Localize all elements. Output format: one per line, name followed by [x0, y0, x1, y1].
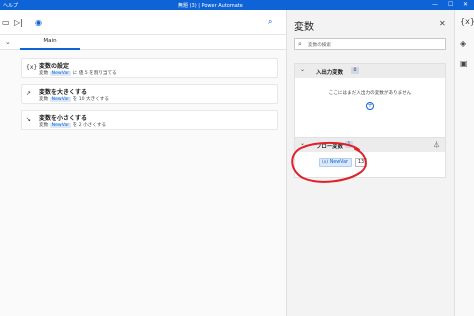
flow-variable-chip[interactable]: (x) NewVar — [319, 158, 353, 167]
close-icon[interactable]: ✕ — [439, 19, 446, 28]
record-icon[interactable]: ◉ — [35, 18, 42, 27]
action-description: 変数 NewVar に 値 5 を割り当てる — [39, 71, 117, 76]
action-title: 変数を大きくする — [39, 89, 88, 96]
section-label: フロー変数 — [316, 144, 343, 150]
action-title: 変数を小さくする — [39, 115, 88, 122]
io-variables-section: ⌄ 入出力変数 0 ここにはまだ入出力の変数がありません + — [294, 63, 446, 138]
action-increase-variable[interactable]: ↗ 変数を大きくする 変数 NewVar を 10 大きくする — [21, 84, 278, 104]
variables-icon[interactable]: {x} — [460, 17, 474, 26]
count-badge: 0 — [351, 67, 359, 74]
io-variables-header[interactable]: ⌄ 入出力変数 0 — [295, 64, 445, 78]
variable-prefix: (x) — [322, 160, 329, 165]
variable-icon: {x} — [26, 64, 38, 71]
run-next-icon[interactable]: ▷| — [14, 18, 23, 27]
maximize-button[interactable]: ☐ — [448, 1, 453, 8]
close-window-button[interactable]: ✕ — [463, 1, 468, 8]
count-badge: 1 — [345, 141, 353, 148]
search-icon[interactable]: ⌕ — [268, 17, 272, 27]
action-title: 変数の設定 — [39, 63, 70, 70]
variable-name: NewVar — [329, 160, 349, 165]
ui-elements-icon[interactable]: ◈ — [460, 39, 466, 48]
subflow-tabs: ⌄ Main — [0, 35, 286, 50]
empty-message: ここにはまだ入出力の変数がありません — [328, 91, 412, 96]
search-icon: ⌕ — [298, 40, 302, 48]
search-placeholder: 変数の検索 — [308, 43, 331, 48]
add-icon[interactable]: + — [366, 102, 374, 110]
decrease-icon: ↘ — [26, 116, 32, 123]
section-label: 入出力変数 — [316, 70, 343, 76]
chevron-down-icon[interactable]: ⌄ — [5, 38, 11, 46]
action-decrease-variable[interactable]: ↘ 変数を小さくする 変数 NewVar を 2 小さくする — [21, 110, 278, 130]
variable-chip: NewVar — [49, 123, 72, 128]
window-title: 無題 (3) | Power Automate — [178, 3, 243, 9]
title-bar: ヘルプ 無題 (3) | Power Automate — ☐ ✕ — [0, 0, 474, 10]
designer-toolbar: ▭ ▷| ◉ ⌕ — [0, 10, 286, 35]
minimize-button[interactable]: — — [432, 1, 438, 8]
variable-chip: NewVar — [49, 71, 72, 76]
variables-panel: 変数 ✕ ⌕ 変数の検索 ⌄ 入出力変数 0 ここにはまだ入出力の変数がありませ… — [286, 10, 454, 316]
increase-icon: ↗ — [26, 90, 32, 97]
save-icon[interactable]: ▭ — [2, 18, 10, 27]
designer-canvas: ⌄ Main {x} 変数の設定 変数 NewVar に 値 5 を割り当てる … — [0, 35, 286, 316]
chevron-down-icon[interactable]: ⌄ — [300, 66, 305, 73]
variable-chip: NewVar — [49, 97, 72, 102]
panel-title: 変数 — [294, 22, 314, 33]
action-description: 変数 NewVar を 10 大きくする — [39, 97, 109, 102]
variable-search-input[interactable]: ⌕ 変数の検索 — [294, 38, 446, 50]
variable-value: 13 — [355, 158, 367, 167]
action-description: 変数 NewVar を 2 小さくする — [39, 123, 107, 128]
right-rail: {x} ◈ ▣ — [454, 10, 474, 316]
action-set-variable[interactable]: {x} 変数の設定 変数 NewVar に 値 5 を割り当てる — [21, 58, 278, 78]
help-menu[interactable]: ヘルプ — [3, 2, 18, 9]
flow-variables-section: ⌄ フロー変数 1 ⏃ (x) NewVar 13 — [294, 137, 446, 178]
images-icon[interactable]: ▣ — [460, 59, 468, 68]
chevron-down-icon[interactable]: ⌄ — [300, 140, 305, 147]
tab-main[interactable]: Main — [20, 35, 80, 50]
flow-variables-header[interactable]: ⌄ フロー変数 1 ⏃ — [295, 138, 445, 152]
filter-icon[interactable]: ⏃ — [433, 140, 440, 150]
